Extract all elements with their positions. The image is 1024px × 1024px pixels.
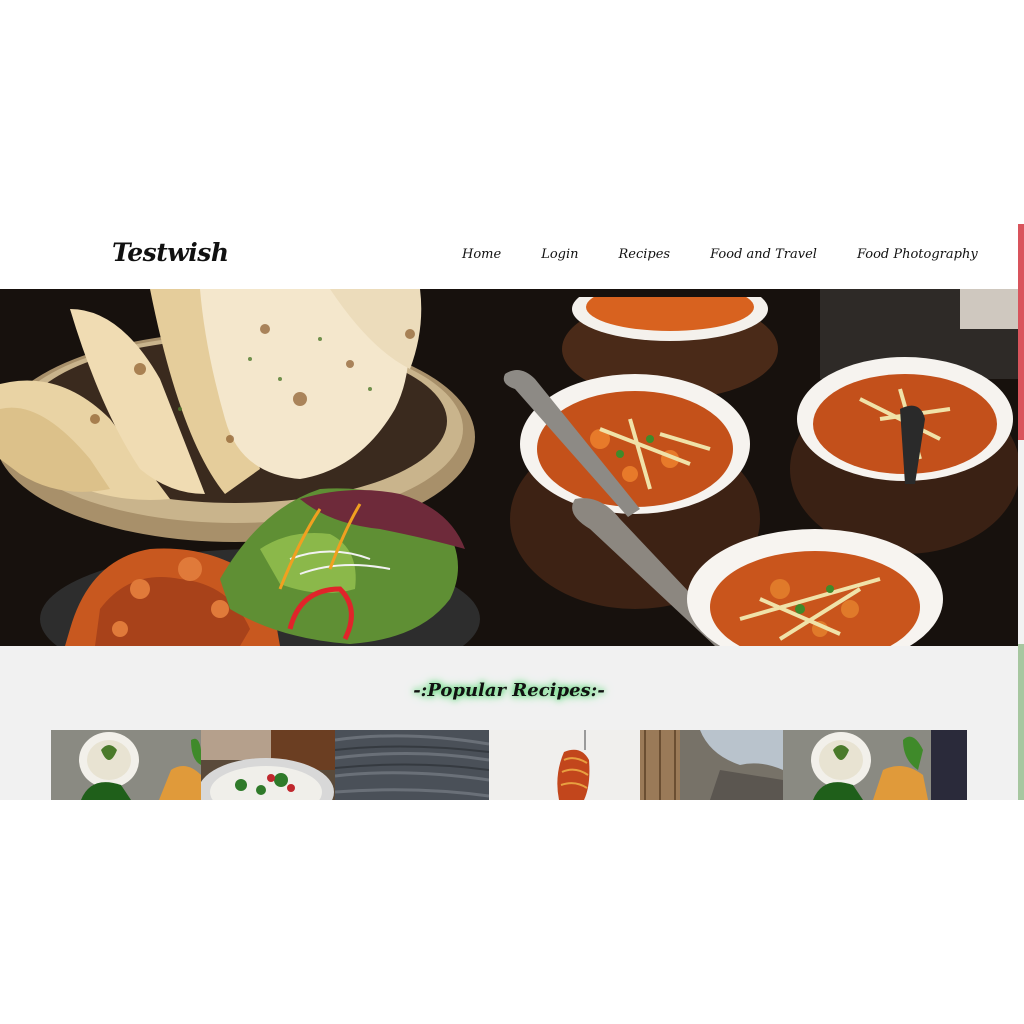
recipe-thumb-3[interactable] xyxy=(335,730,489,800)
nav-link-recipes[interactable]: Recipes xyxy=(619,247,671,262)
popular-recipes-title: -:Popular Recipes:- xyxy=(413,680,605,701)
recipe-thumb-2[interactable] xyxy=(201,730,335,800)
nav-links: Home Login Recipes Food and Travel Food … xyxy=(462,247,978,262)
recipe-thumb-4[interactable] xyxy=(489,730,640,800)
recipe-thumb-6[interactable] xyxy=(783,730,967,800)
page-scrollbar[interactable] xyxy=(1018,224,1024,800)
nav-link-login[interactable]: Login xyxy=(541,247,578,262)
recipe-thumb-1[interactable] xyxy=(51,730,201,800)
nav-link-food-and-travel[interactable]: Food and Travel xyxy=(710,247,817,262)
navbar: Testwish Home Login Recipes Food and Tra… xyxy=(0,224,1018,289)
page-viewport: Testwish Home Login Recipes Food and Tra… xyxy=(0,224,1018,800)
scrollbar-thumb[interactable] xyxy=(1018,224,1024,440)
scrollbar-lower-segment xyxy=(1018,644,1024,800)
recipe-carousel xyxy=(51,730,967,800)
nav-link-food-photography[interactable]: Food Photography xyxy=(857,247,978,262)
recipe-thumb-5[interactable] xyxy=(640,730,783,800)
hero-food-illustration xyxy=(0,289,1018,646)
hero-image xyxy=(0,289,1018,646)
popular-recipes-section: -:Popular Recipes:- xyxy=(0,646,1018,800)
brand-logo[interactable]: Testwish xyxy=(112,238,229,267)
nav-link-home[interactable]: Home xyxy=(462,247,501,262)
